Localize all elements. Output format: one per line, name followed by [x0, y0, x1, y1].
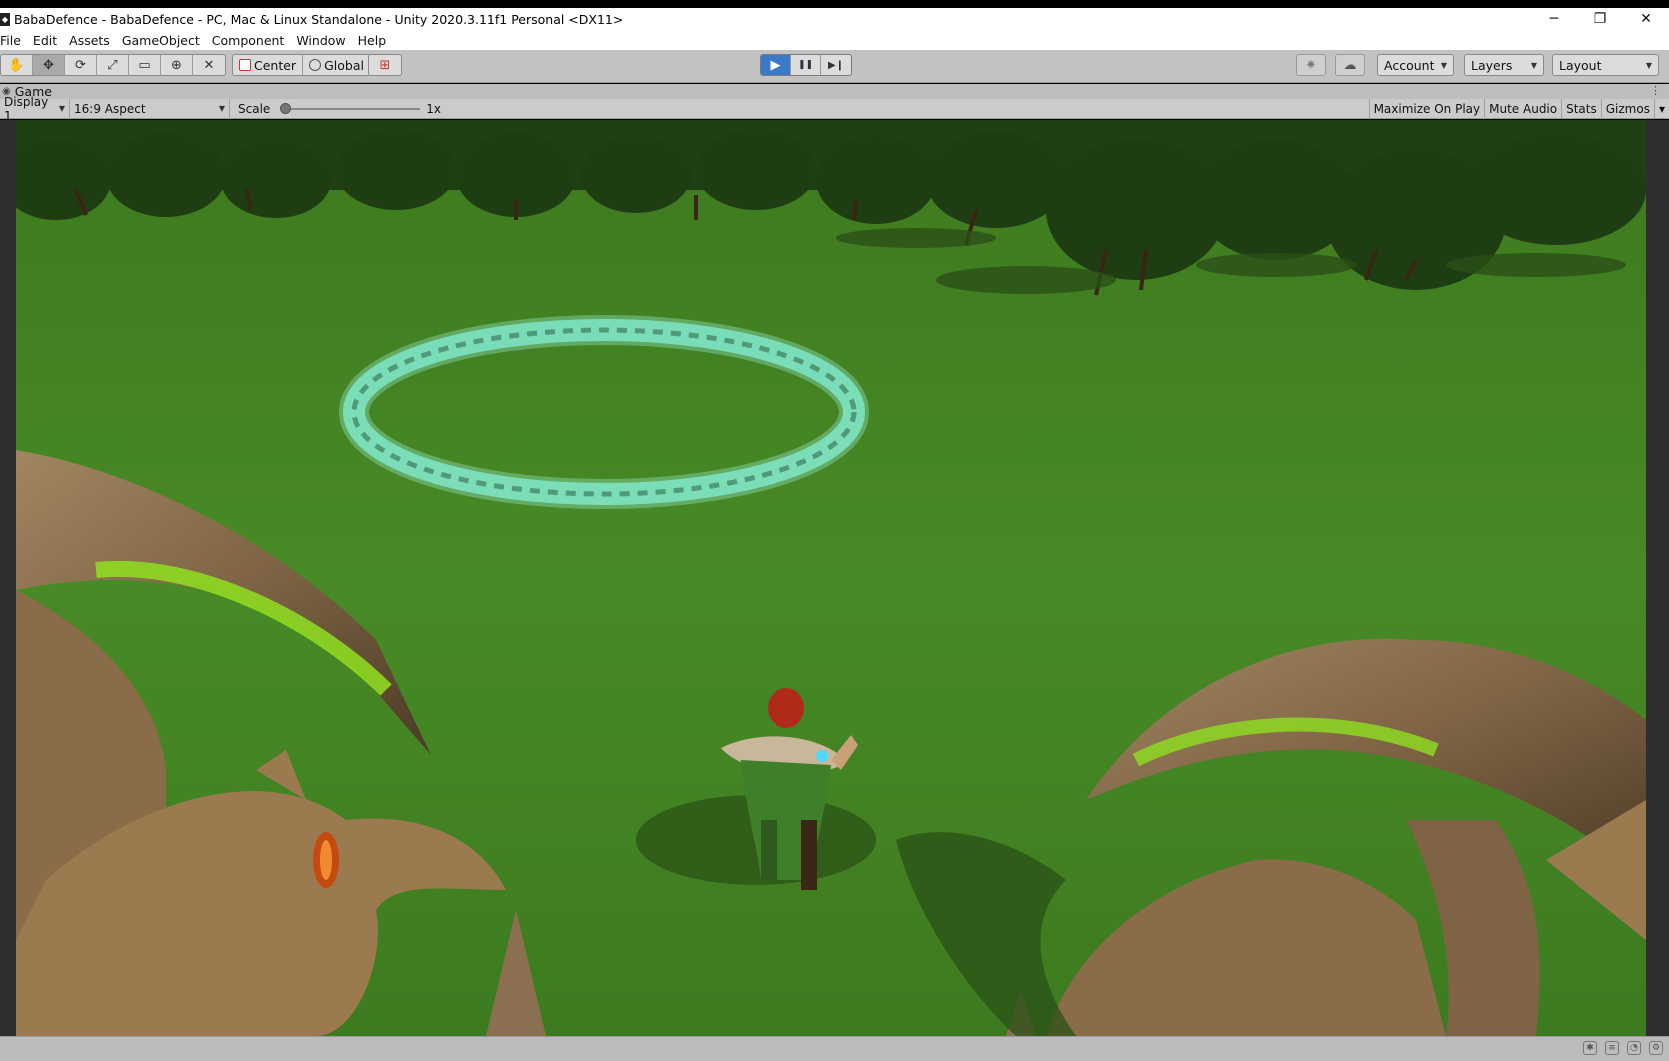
aspect-dropdown[interactable]: 16:9 Aspect ▼	[70, 99, 230, 118]
restore-button[interactable]: ❐	[1577, 8, 1623, 30]
unity-logo-icon: ◆	[0, 12, 10, 26]
layers-dropdown[interactable]: Layers ▼	[1464, 54, 1544, 76]
status-bar: ✱ ≡ ◔ ⚙	[0, 1036, 1669, 1061]
scale-control: Scale 1x	[238, 102, 441, 116]
menu-help[interactable]: Help	[352, 33, 393, 48]
space-global-button[interactable]: Global	[303, 55, 370, 75]
menu-window[interactable]: Window	[290, 33, 351, 48]
scale-value: 1x	[426, 101, 442, 116]
transform-tool-icon[interactable]: ⊕	[161, 55, 193, 75]
move-tool-icon[interactable]: ✥	[33, 55, 65, 75]
game-scene	[16, 120, 1646, 1036]
display-label: Display 1	[4, 94, 49, 123]
account-dropdown[interactable]: Account ▼	[1377, 54, 1454, 76]
layers-label: Layers	[1471, 57, 1513, 73]
window-controls: ─ ❐ ✕	[1531, 8, 1669, 30]
window-title: BabaDefence - BabaDefence - PC, Mac & Li…	[14, 11, 624, 27]
pivot-label: Center	[254, 57, 297, 73]
game-view-toolbar: Display 1 ▼ 16:9 Aspect ▼ Scale 1x Maxim…	[0, 95, 1669, 123]
collab-icon[interactable]: ✷	[1296, 54, 1326, 76]
status-icons: ✱ ≡ ◔ ⚙	[1583, 1041, 1663, 1055]
menu-bar: File Edit Assets GameObject Component Wi…	[0, 30, 1669, 50]
scale-slider-handle[interactable]	[280, 102, 292, 114]
minimize-button[interactable]: ─	[1531, 8, 1577, 30]
globe-icon	[309, 59, 322, 71]
custom-tool-icon[interactable]: ✕	[193, 55, 225, 75]
scale-slider[interactable]	[280, 102, 421, 114]
chevron-down-icon: ▼	[1530, 60, 1537, 70]
layout-label: Layout	[1559, 57, 1602, 73]
scale-label: Scale	[238, 101, 271, 116]
account-label: Account	[1384, 57, 1435, 73]
chevron-down-icon: ▼	[1645, 60, 1652, 70]
snap-tools: ⊞	[368, 54, 402, 76]
grid-snap-icon[interactable]: ⊞	[369, 55, 401, 75]
main-toolbar: ✋ ✥ ⟳ ⤢ ▭ ⊕ ✕ Center Global ⊞ ▶ ❚❚ ▶❙ ✷ …	[0, 50, 1669, 83]
play-button[interactable]: ▶	[761, 55, 791, 75]
game-tab-header: ◉ Game ⋮	[0, 84, 1669, 99]
menu-assets[interactable]: Assets	[63, 33, 116, 48]
layout-dropdown[interactable]: Layout ▼	[1552, 54, 1659, 76]
pause-button[interactable]: ❚❚	[791, 55, 821, 75]
title-bar: ◆ BabaDefence - BabaDefence - PC, Mac & …	[0, 8, 1669, 30]
space-label: Global	[324, 57, 364, 73]
rect-tool-icon[interactable]: ▭	[129, 55, 161, 75]
cloud-icon[interactable]: ☁	[1335, 54, 1365, 76]
rotate-tool-icon[interactable]: ⟳	[65, 55, 97, 75]
stats-toggle[interactable]: Stats	[1561, 99, 1601, 118]
playback-controls: ▶ ❚❚ ▶❙	[760, 54, 852, 76]
game-viewport[interactable]	[0, 120, 1669, 1036]
display-dropdown[interactable]: Display 1 ▼	[0, 95, 70, 123]
cache-server-icon[interactable]: ≡	[1605, 1041, 1619, 1055]
pivot-tools: Center Global	[232, 54, 371, 76]
gizmos-dropdown-icon[interactable]: ▾	[1653, 99, 1669, 118]
hand-tool-icon[interactable]: ✋	[1, 55, 33, 75]
game-view-toggles: Maximize On Play Mute Audio Stats Gizmos…	[1368, 99, 1669, 119]
gizmos-toggle[interactable]: Gizmos	[1600, 99, 1654, 118]
window-top-edge	[0, 0, 1669, 8]
settings-icon[interactable]: ⚙	[1649, 1041, 1663, 1055]
scale-tool-icon[interactable]: ⤢	[97, 55, 129, 75]
bug-icon[interactable]: ✱	[1583, 1041, 1597, 1055]
menu-gameobject[interactable]: GameObject	[116, 33, 206, 48]
menu-component[interactable]: Component	[206, 33, 291, 48]
mute-audio-toggle[interactable]: Mute Audio	[1484, 99, 1561, 118]
chevron-down-icon: ▼	[1440, 60, 1447, 70]
maximize-on-play-toggle[interactable]: Maximize On Play	[1368, 99, 1485, 118]
progress-icon[interactable]: ◔	[1627, 1041, 1641, 1055]
chevron-down-icon: ▼	[58, 104, 65, 113]
step-button[interactable]: ▶❙	[821, 55, 851, 75]
game-render[interactable]	[16, 120, 1646, 1036]
tab-menu-icon[interactable]: ⋮	[1650, 84, 1661, 97]
pivot-icon	[239, 59, 251, 71]
menu-file[interactable]: File	[0, 33, 27, 48]
close-button[interactable]: ✕	[1623, 8, 1669, 30]
chevron-down-icon: ▼	[218, 104, 225, 113]
transform-tools: ✋ ✥ ⟳ ⤢ ▭ ⊕ ✕	[0, 54, 226, 76]
aspect-label: 16:9 Aspect	[74, 101, 146, 116]
menu-edit[interactable]: Edit	[27, 33, 63, 48]
pivot-center-button[interactable]: Center	[233, 55, 304, 75]
